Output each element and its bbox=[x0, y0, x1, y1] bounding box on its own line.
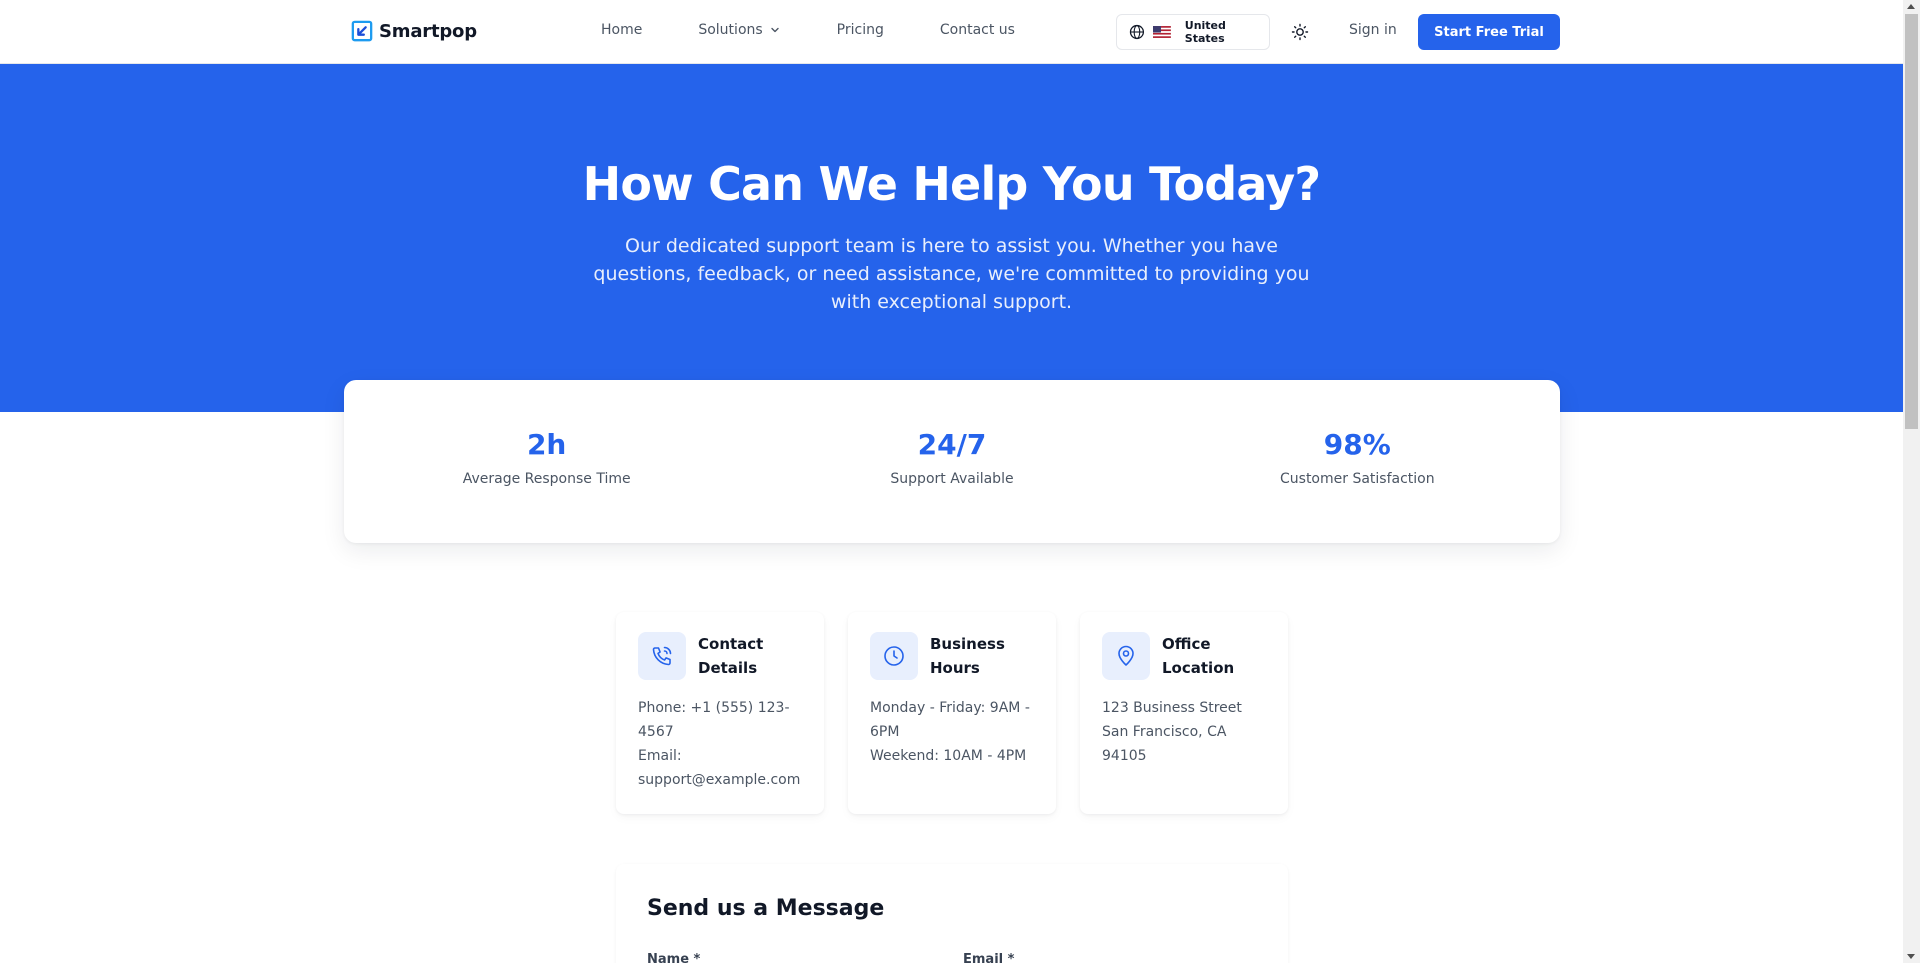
stat-value: 24/7 bbox=[917, 428, 987, 461]
hero-subtitle: Our dedicated support team is here to as… bbox=[593, 235, 1310, 313]
message-form: Send us a Message Name * Email * bbox=[616, 864, 1288, 963]
stat-label: Support Available bbox=[890, 471, 1014, 487]
weekend-hours: Weekend: 10AM - 4PM bbox=[870, 748, 1027, 764]
street-address: 123 Business Street bbox=[1102, 700, 1242, 716]
logo-icon bbox=[351, 20, 373, 42]
country-selector[interactable]: United States bbox=[1116, 14, 1270, 50]
form-title: Send us a Message bbox=[647, 896, 885, 921]
page-scrollbar[interactable] bbox=[1903, 0, 1920, 963]
nav-contact[interactable]: Contact us bbox=[940, 22, 1015, 38]
stat-value: 98% bbox=[1323, 428, 1391, 461]
scroll-up-arrow-icon[interactable] bbox=[1907, 4, 1915, 9]
globe-icon bbox=[1129, 24, 1145, 40]
stat-support-available: 24/7 Support Available bbox=[749, 380, 1154, 543]
site-header: Smartpop Home Solutions Pricing Contact … bbox=[0, 0, 1903, 64]
phone-text: Phone: +1 (555) 123-4567 bbox=[638, 700, 790, 740]
city-address: San Francisco, CA 94105 bbox=[1102, 724, 1227, 764]
brand-name: Smartpop bbox=[379, 20, 477, 42]
card-title: Contact Details bbox=[698, 635, 764, 677]
stat-label: Customer Satisfaction bbox=[1280, 471, 1435, 487]
office-location-card: Office Location 123 Business Street San … bbox=[1080, 612, 1288, 814]
nav-solutions-label: Solutions bbox=[698, 22, 763, 38]
weekday-hours: Monday - Friday: 9AM - 6PM bbox=[870, 700, 1030, 740]
map-pin-icon bbox=[1102, 632, 1150, 680]
nav-solutions[interactable]: Solutions bbox=[698, 22, 780, 38]
stat-customer-satisfaction: 98% Customer Satisfaction bbox=[1155, 380, 1560, 543]
start-free-trial-button[interactable]: Start Free Trial bbox=[1418, 14, 1560, 50]
stats-panel: 2h Average Response Time 24/7 Support Av… bbox=[344, 380, 1560, 543]
hero-section: How Can We Help You Today? Our dedicated… bbox=[0, 64, 1903, 412]
us-flag-icon bbox=[1152, 26, 1171, 38]
scrollbar-thumb[interactable] bbox=[1905, 14, 1918, 429]
card-title: Business Hours bbox=[930, 635, 1005, 677]
chevron-down-icon bbox=[770, 27, 779, 33]
main-nav: Home Solutions Pricing Contact us bbox=[601, 22, 1015, 38]
business-hours-card: Business Hours Monday - Friday: 9AM - 6P… bbox=[848, 612, 1056, 814]
stat-response-time: 2h Average Response Time bbox=[344, 380, 749, 543]
scroll-down-arrow-icon[interactable] bbox=[1907, 954, 1915, 959]
stat-value: 2h bbox=[526, 428, 567, 461]
info-cards: Contact Details Phone: +1 (555) 123-4567… bbox=[616, 612, 1288, 814]
logo-link[interactable]: Smartpop bbox=[351, 20, 477, 42]
country-label: United States bbox=[1184, 19, 1226, 45]
contact-details-card: Contact Details Phone: +1 (555) 123-4567… bbox=[616, 612, 824, 814]
email-label: Email * bbox=[963, 952, 1015, 963]
email-text: Email: support@example.com bbox=[638, 748, 801, 788]
stat-label: Average Response Time bbox=[462, 471, 631, 487]
sun-icon[interactable] bbox=[1290, 22, 1310, 42]
nav-pricing[interactable]: Pricing bbox=[837, 22, 884, 38]
clock-icon bbox=[870, 632, 918, 680]
hero-title: How Can We Help You Today? bbox=[582, 157, 1321, 211]
name-label: Name * bbox=[647, 952, 701, 963]
sign-in-link[interactable]: Sign in bbox=[1349, 22, 1397, 38]
phone-icon bbox=[638, 632, 686, 680]
card-title: Office Location bbox=[1162, 635, 1235, 677]
nav-home[interactable]: Home bbox=[601, 22, 642, 38]
